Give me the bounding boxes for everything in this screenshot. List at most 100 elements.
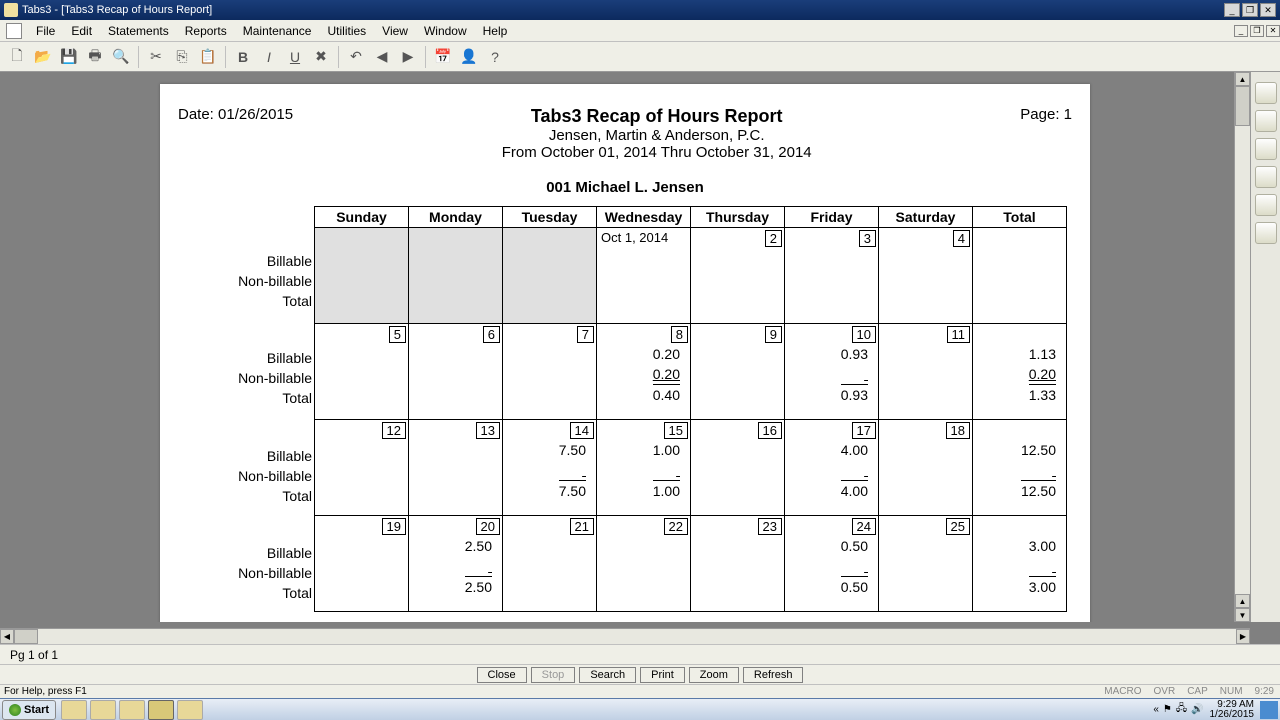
zoom-button[interactable]: Zoom (689, 667, 739, 683)
cut-icon[interactable]: ✂ (145, 46, 167, 68)
menu-file[interactable]: File (28, 22, 63, 40)
calendar-cell: 21 (503, 516, 597, 612)
open-icon[interactable]: 📂 (32, 46, 54, 68)
calendar-cell: 240.50 0.50 (785, 516, 879, 612)
firm-name: Jensen, Martin & Anderson, P.C. (502, 127, 812, 144)
taskbar-item-5[interactable] (177, 700, 203, 720)
find-icon[interactable]: 🔍 (110, 46, 132, 68)
tray-network-icon[interactable]: 🖧 (1176, 701, 1187, 718)
calendar-cell: 3 (785, 228, 879, 324)
side-btn-6[interactable] (1255, 222, 1277, 244)
app-icon (4, 3, 18, 17)
save-icon[interactable]: 💾 (58, 46, 80, 68)
status-macro: MACRO (1098, 686, 1147, 697)
calendar-cell: 2 (691, 228, 785, 324)
mdi-close[interactable]: ✕ (1266, 25, 1280, 37)
print-icon[interactable]: 🖶 (84, 46, 106, 68)
row-label-group: BillableNon-billableTotal (238, 543, 312, 603)
undo-icon[interactable]: ↶ (345, 46, 367, 68)
taskbar-item-2[interactable] (90, 700, 116, 720)
taskbar-clock[interactable]: 9:29 AM 1/26/2015 (1210, 700, 1259, 720)
menu-help[interactable]: Help (475, 22, 516, 40)
calendar-cell: 100.93 0.93 (785, 324, 879, 420)
taskbar: Start « ⚑ 🖧 🔊 9:29 AM 1/26/2015 (0, 698, 1280, 720)
underline-icon[interactable]: U (284, 46, 306, 68)
system-tray[interactable]: « ⚑ 🖧 🔊 (1147, 701, 1209, 718)
show-desktop-button[interactable] (1260, 701, 1278, 719)
scroll-right-icon[interactable]: ▶ (1236, 629, 1250, 644)
calendar-cell: 174.00 4.00 (785, 420, 879, 516)
calendar-cell: 151.00 1.00 (597, 420, 691, 516)
report-date: Date: 01/26/2015 (178, 106, 293, 161)
toolbar: 🗋 📂 💾 🖶 🔍 ✂ ⎘ 📋 B I U ✖ ↶ ◀ ▶ 📅 👤 ? (0, 42, 1280, 72)
menu-view[interactable]: View (374, 22, 416, 40)
date-range: From October 01, 2014 Thru October 31, 2… (502, 144, 812, 161)
help-icon[interactable]: ? (484, 46, 506, 68)
side-btn-2[interactable] (1255, 110, 1277, 132)
calendar-cell: 6 (409, 324, 503, 420)
mdi-minimize[interactable]: _ (1234, 25, 1248, 37)
italic-icon[interactable]: I (258, 46, 280, 68)
side-btn-1[interactable] (1255, 82, 1277, 104)
minimize-button[interactable]: _ (1224, 3, 1240, 17)
menu-reports[interactable]: Reports (177, 22, 235, 40)
print-button[interactable]: Print (640, 667, 685, 683)
menu-maintenance[interactable]: Maintenance (235, 22, 320, 40)
side-btn-5[interactable] (1255, 194, 1277, 216)
taskbar-item-1[interactable] (61, 700, 87, 720)
strike-icon[interactable]: ✖ (310, 46, 332, 68)
tray-flag-icon[interactable]: ⚑ (1163, 704, 1172, 715)
scroll-down-icon[interactable]: ▼ (1235, 608, 1250, 622)
status-help-text: For Help, press F1 (4, 686, 87, 697)
forward-icon[interactable]: ▶ (397, 46, 419, 68)
horizontal-scrollbar[interactable]: ◀ ▶ (0, 628, 1250, 644)
calendar-cell: 147.50 7.50 (503, 420, 597, 516)
copy-icon[interactable]: ⎘ (171, 46, 193, 68)
taskbar-item-3[interactable] (119, 700, 145, 720)
vertical-scrollbar[interactable]: ▲ ▲ ▼ (1234, 72, 1250, 622)
start-button[interactable]: Start (2, 700, 56, 720)
status-ovr: OVR (1148, 686, 1182, 697)
taskbar-item-4[interactable] (148, 700, 174, 720)
side-toolbar (1250, 72, 1280, 622)
scroll-up-icon[interactable]: ▲ (1235, 72, 1250, 86)
col-tuesday: Tuesday (503, 207, 597, 228)
stop-button[interactable]: Stop (531, 667, 576, 683)
calendar-icon[interactable]: 📅 (432, 46, 454, 68)
calendar-cell: 202.50 2.50 (409, 516, 503, 612)
clock-date: 1/26/2015 (1210, 710, 1255, 720)
bold-icon[interactable]: B (232, 46, 254, 68)
side-btn-3[interactable] (1255, 138, 1277, 160)
back-icon[interactable]: ◀ (371, 46, 393, 68)
mdi-restore[interactable]: ❐ (1250, 25, 1264, 37)
refresh-button[interactable]: Refresh (743, 667, 804, 683)
close-button[interactable]: ✕ (1260, 3, 1276, 17)
employee-name: 001 Michael L. Jensen (178, 179, 1072, 196)
tray-chevron-icon[interactable]: « (1153, 704, 1159, 715)
scroll-thumb[interactable] (1235, 86, 1250, 126)
col-saturday: Saturday (879, 207, 973, 228)
side-btn-4[interactable] (1255, 166, 1277, 188)
menu-statements[interactable]: Statements (100, 22, 177, 40)
menu-edit[interactable]: Edit (63, 22, 100, 40)
close-report-button[interactable]: Close (477, 667, 527, 683)
calendar-cell: 12 (315, 420, 409, 516)
row-label-group: BillableNon-billableTotal (238, 251, 312, 311)
paste-icon[interactable]: 📋 (197, 46, 219, 68)
user-icon[interactable]: 👤 (458, 46, 480, 68)
calendar-cell: 4 (879, 228, 973, 324)
col-monday: Monday (409, 207, 503, 228)
menu-utilities[interactable]: Utilities (319, 22, 374, 40)
scroll-left-icon[interactable]: ◀ (0, 629, 14, 644)
calendar-cell: 18 (879, 420, 973, 516)
tray-volume-icon[interactable]: 🔊 (1191, 704, 1203, 715)
menu-window[interactable]: Window (416, 22, 475, 40)
clock-time: 9:29 AM (1210, 700, 1255, 710)
scroll-split-up-icon[interactable]: ▲ (1235, 594, 1250, 608)
status-time: 9:29 (1249, 686, 1280, 697)
document-icon (6, 23, 22, 39)
new-icon[interactable]: 🗋 (6, 46, 28, 68)
search-button[interactable]: Search (579, 667, 636, 683)
hscroll-thumb[interactable] (14, 629, 38, 644)
maximize-button[interactable]: ❐ (1242, 3, 1258, 17)
